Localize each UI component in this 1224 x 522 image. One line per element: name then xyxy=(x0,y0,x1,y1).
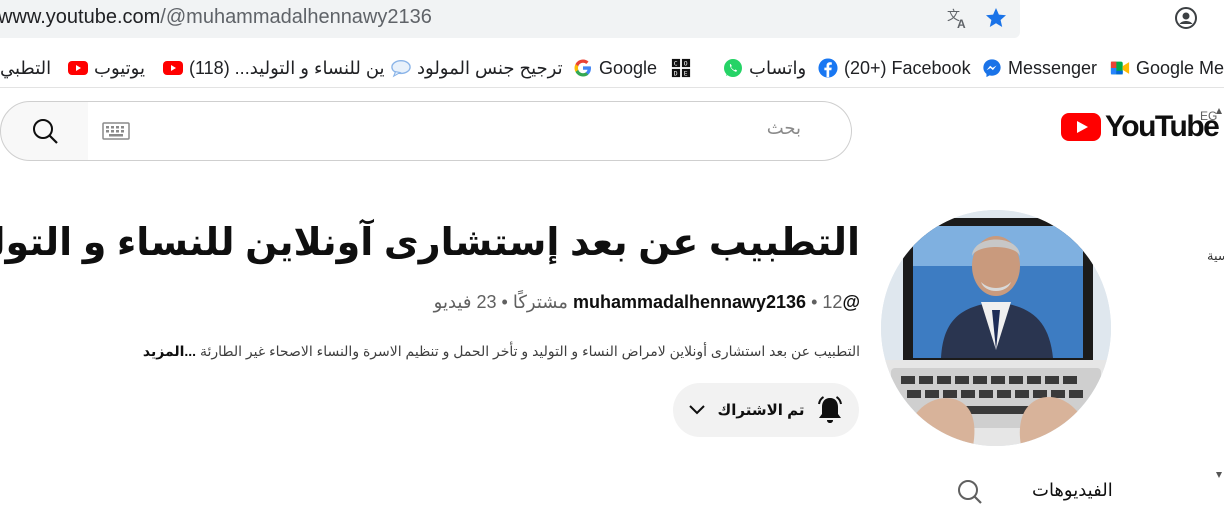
bell-icon xyxy=(818,396,843,423)
url-path: /@muhammadalhennawy2136 xyxy=(160,6,432,28)
bookmark-label: واتساب xyxy=(749,57,807,78)
channel-search-button[interactable] xyxy=(956,478,984,511)
chat-bubble-icon xyxy=(391,58,411,78)
youtube-logo[interactable]: YouTube xyxy=(1061,110,1220,144)
youtube-icon xyxy=(68,58,88,78)
whatsapp-icon xyxy=(723,58,743,78)
bookmark-label: Messenger xyxy=(1008,57,1098,78)
svg-text:C: C xyxy=(674,61,678,68)
google-icon xyxy=(573,58,593,78)
youtube-play-icon xyxy=(1061,113,1101,141)
bookmark-youtube[interactable]: يوتيوب xyxy=(68,56,145,80)
keyboard-icon[interactable] xyxy=(102,121,130,146)
search-placeholder: بحث xyxy=(766,118,801,138)
bookmark-channel[interactable]: (118) ...ين للنساء و التوليد xyxy=(163,56,385,80)
bookmarks-bar: التطبي يوتيوب (118) ...ين للنساء و التول… xyxy=(0,48,1224,88)
subscribed-label: تم الاشتراك xyxy=(717,402,805,419)
bookmark-label: ترجيح جنس المولود xyxy=(417,57,563,78)
bookmark-label: يوتيوب xyxy=(94,57,145,78)
bookmark-label: (20+) Facebook xyxy=(844,57,971,78)
more-link[interactable]: ...المزيد xyxy=(143,343,196,359)
svg-text:E: E xyxy=(684,71,688,78)
profile-icon[interactable] xyxy=(1172,4,1200,32)
bookmark-star-icon[interactable] xyxy=(982,4,1010,32)
bookmark-gender[interactable]: ترجيح جنس المولود xyxy=(391,56,563,80)
youtube-icon xyxy=(163,58,183,78)
bookmark-label: التطبي xyxy=(0,57,52,78)
search-input[interactable]: بحث xyxy=(88,101,852,161)
code-grid-icon: CODE xyxy=(671,58,691,78)
url-field[interactable]: www.youtube.com/@muhammadalhennawy2136 文… xyxy=(0,0,1020,38)
bookmark-code[interactable]: CODE xyxy=(671,56,691,80)
bookmark-folder[interactable]: التطبي xyxy=(0,56,51,80)
video-count: 23 فيديو xyxy=(433,292,497,312)
browser-address-bar: www.youtube.com/@muhammadalhennawy2136 文… xyxy=(0,0,1224,40)
meta-separator: • xyxy=(501,292,508,312)
channel-title: التطبيب عن بعد إستشارى آونلاين للنساء و … xyxy=(0,222,860,264)
search-button[interactable] xyxy=(0,101,90,161)
url-host: www.youtube.com xyxy=(0,6,161,28)
channel-meta: @muhammadalhennawy2136 • 12 مشتركًا • 23… xyxy=(434,292,860,313)
bookmark-facebook[interactable]: (20+) Facebook xyxy=(818,56,971,80)
svg-text:O: O xyxy=(684,61,688,68)
channel-avatar[interactable] xyxy=(881,210,1111,446)
channel-handle: @muhammadalhennawy2136 xyxy=(572,292,860,312)
messenger-icon xyxy=(982,58,1002,78)
url-text[interactable]: www.youtube.com/@muhammadalhennawy2136 xyxy=(0,6,432,29)
channel-description[interactable]: التطبيب عن بعد استشارى أونلاين لامراض ال… xyxy=(143,343,860,360)
description-text: التطبيب عن بعد استشارى أونلاين لامراض ال… xyxy=(199,343,860,359)
bookmark-label: (118) ...ين للنساء و التوليد xyxy=(189,57,385,78)
tab-videos[interactable]: الفيديوهات xyxy=(1032,480,1113,501)
chevron-down-icon xyxy=(688,405,705,415)
scrollbar[interactable] xyxy=(1214,100,1224,522)
subscribed-button[interactable]: تم الاشتراك xyxy=(673,383,859,437)
bookmark-google[interactable]: Google xyxy=(573,56,657,80)
bookmark-messenger[interactable]: Messenger xyxy=(982,56,1097,80)
svg-text:D: D xyxy=(674,71,678,78)
svg-text:A: A xyxy=(957,17,966,30)
bookmark-meet[interactable]: Google Mee xyxy=(1110,56,1224,80)
bookmark-label: Google xyxy=(599,57,658,78)
google-meet-icon xyxy=(1110,58,1130,78)
facebook-icon xyxy=(818,58,838,78)
bookmark-label: Google Mee xyxy=(1136,57,1224,78)
bookmark-whatsapp[interactable]: واتساب xyxy=(723,56,806,80)
translate-icon[interactable]: 文A xyxy=(944,4,972,32)
meta-separator: • xyxy=(811,292,818,312)
search-icon xyxy=(33,119,58,144)
search-icon xyxy=(958,480,982,504)
